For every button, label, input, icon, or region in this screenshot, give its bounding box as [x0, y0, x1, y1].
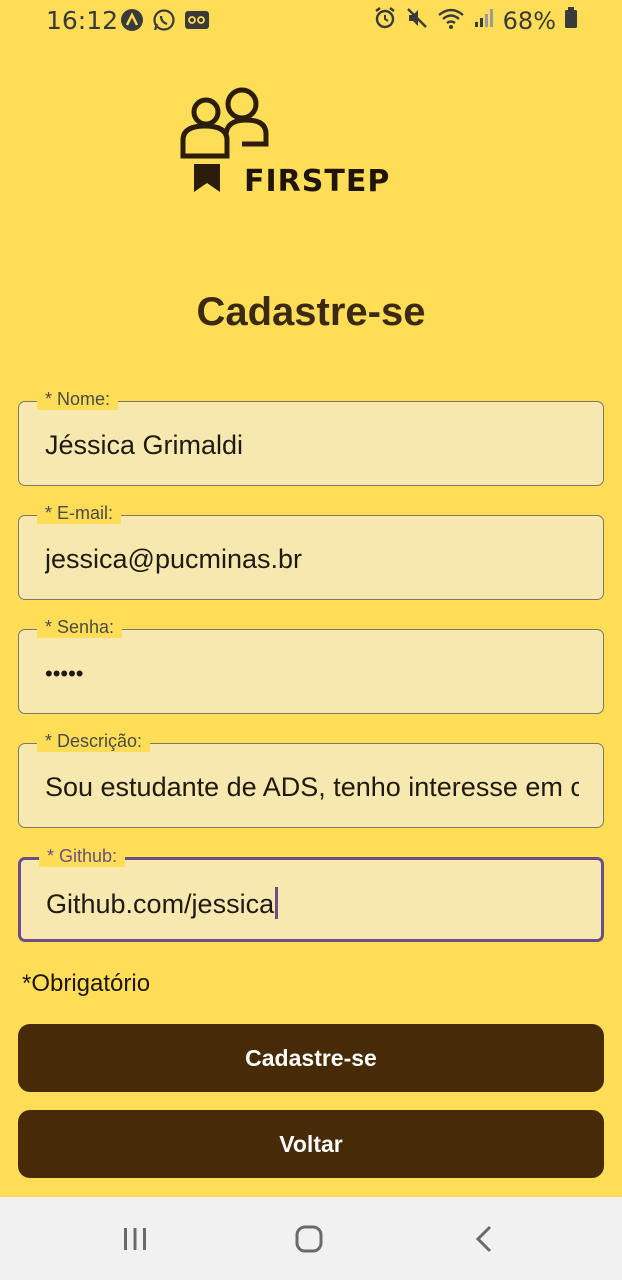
register-button[interactable]: Cadastre-se — [18, 1024, 604, 1092]
home-icon — [295, 1225, 323, 1252]
back-nav-button[interactable] — [444, 1197, 524, 1280]
app-icon — [120, 8, 144, 37]
status-time: 16:12 — [46, 6, 119, 35]
github-value: Github.com/jessica — [46, 889, 275, 919]
signal-icon — [473, 7, 495, 34]
description-label: * Descrição: — [37, 731, 151, 752]
github-field[interactable]: * Github: Github.com/jessica — [18, 846, 604, 942]
name-field[interactable]: * Nome: Jéssica Grimaldi — [18, 389, 604, 486]
password-value[interactable]: ••••• — [45, 661, 579, 687]
back-button[interactable]: Voltar — [18, 1110, 604, 1178]
email-label: * E-mail: — [37, 503, 122, 524]
system-nav-bar — [0, 1197, 622, 1280]
page-title: Cadastre-se — [196, 290, 426, 334]
wifi-icon — [437, 6, 465, 35]
mute-icon — [405, 6, 429, 35]
logo-text: FIRSTEP — [244, 164, 391, 199]
text-cursor — [275, 887, 279, 919]
password-field[interactable]: * Senha: ••••• — [18, 617, 604, 714]
alarm-icon — [373, 6, 397, 35]
whatsapp-icon — [152, 8, 176, 37]
description-field[interactable]: * Descrição: Sou estudante de ADS, tenho… — [18, 731, 604, 828]
recent-apps-icon — [124, 1227, 146, 1250]
name-label: * Nome: — [37, 389, 119, 410]
email-value[interactable]: jessica@pucminas.br — [45, 544, 579, 575]
email-field[interactable]: * E-mail: jessica@pucminas.br — [18, 503, 604, 600]
battery-percent: 68% — [502, 6, 556, 35]
recent-apps-button[interactable] — [95, 1197, 175, 1280]
name-value[interactable]: Jéssica Grimaldi — [45, 430, 579, 461]
back-arrow-icon — [475, 1225, 492, 1252]
required-note: *Obrigatório — [22, 970, 151, 997]
status-bar: 16:12 68% — [0, 0, 622, 44]
firstep-logo: FIRSTEP — [180, 86, 430, 201]
home-button[interactable] — [269, 1197, 349, 1280]
description-value[interactable]: Sou estudante de ADS, tenho interesse em… — [45, 772, 579, 803]
github-label: * Github: — [39, 846, 126, 867]
voicemail-icon — [184, 9, 210, 36]
github-input[interactable]: Github.com/jessica — [46, 887, 577, 920]
battery-icon — [564, 6, 578, 35]
password-label: * Senha: — [37, 617, 123, 638]
